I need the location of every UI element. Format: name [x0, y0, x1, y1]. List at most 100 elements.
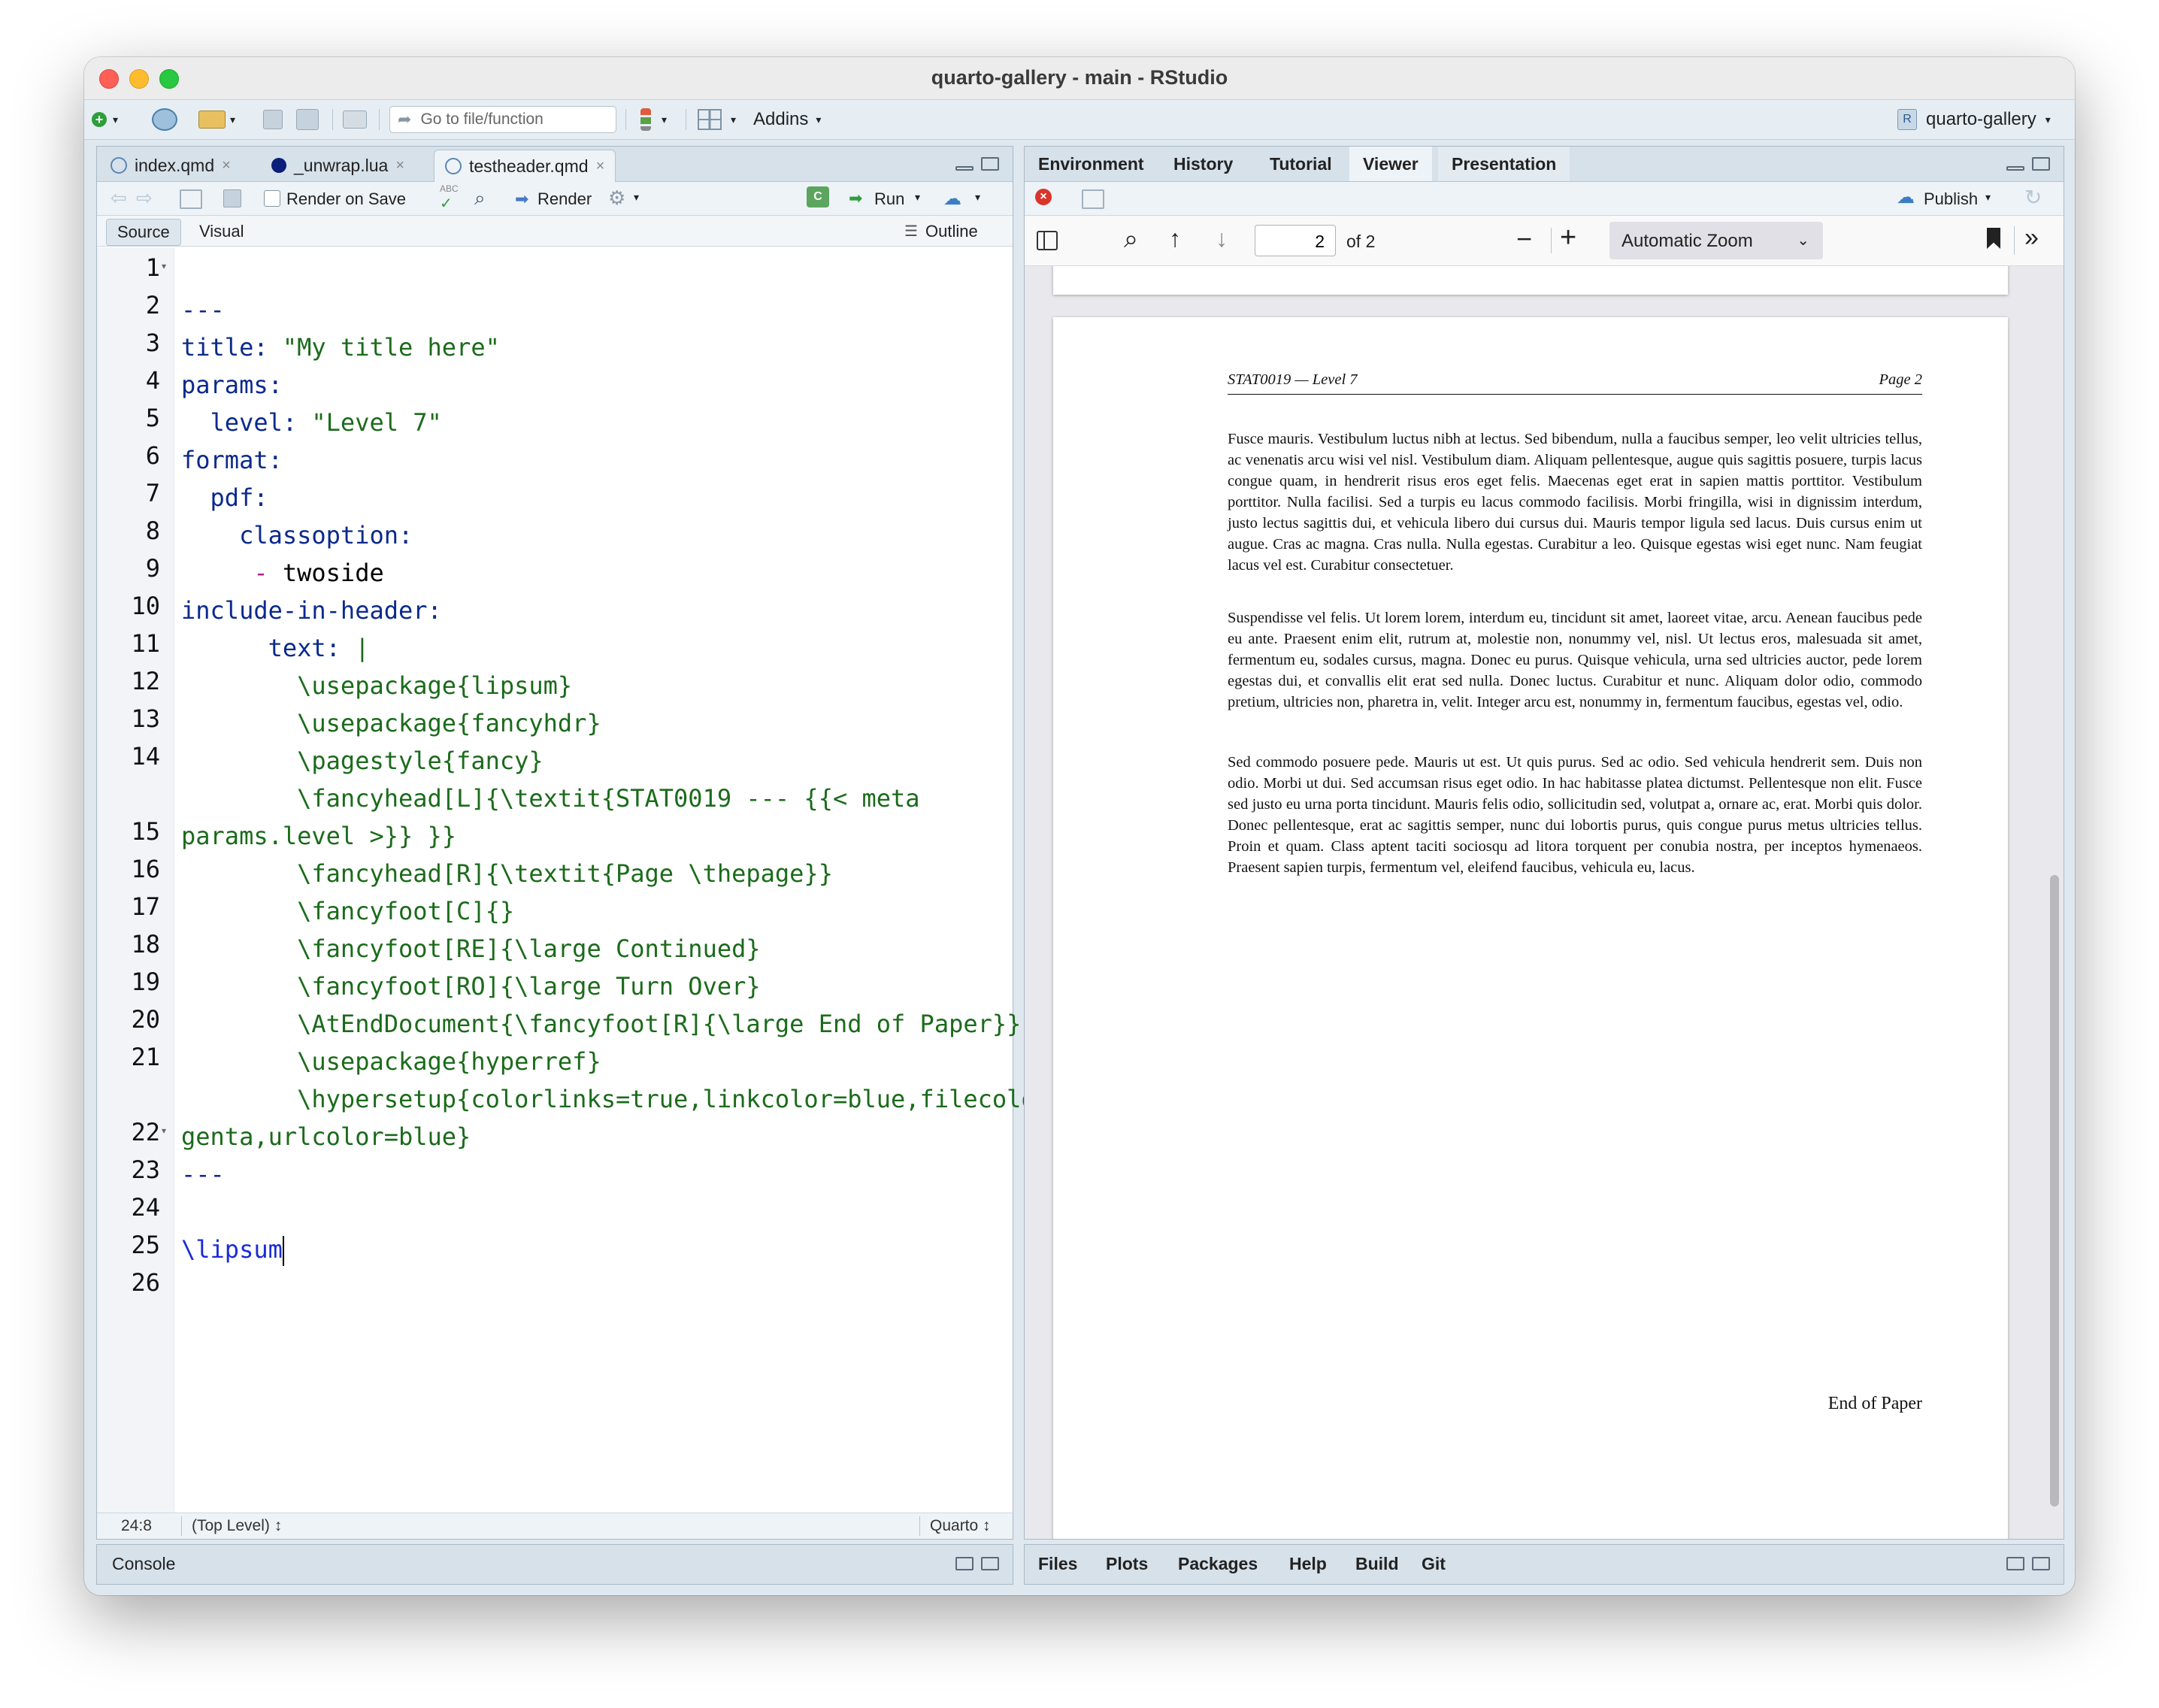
line-number: 2: [145, 291, 160, 319]
pdf-toolbar: ⌕ ↑ ↓ 2 of 2 − + Automatic Zoom ⌄ »: [1025, 216, 2064, 266]
console-window-controls: [955, 1557, 999, 1570]
print-button[interactable]: [343, 100, 367, 139]
folder-open-icon: [198, 111, 226, 129]
addins-menu[interactable]: Addins ▾: [753, 100, 821, 139]
tab-environment[interactable]: Environment: [1025, 147, 1158, 181]
code-editor[interactable]: --- title: "My title here" params: level…: [181, 253, 1094, 1306]
maximize-pane-icon[interactable]: [2032, 1557, 2050, 1570]
line-number: 22: [131, 1118, 160, 1146]
fold-arrow-icon[interactable]: ▾: [162, 261, 166, 271]
maximize-pane-icon[interactable]: [981, 157, 999, 171]
tab-files[interactable]: Files: [1025, 1545, 1091, 1582]
clear-viewer-icon[interactable]: ×: [1035, 189, 1052, 205]
workspace-panes-button[interactable]: ▾: [698, 100, 736, 139]
chevron-down-icon: ▾: [2045, 113, 2051, 126]
tab-presentation[interactable]: Presentation: [1438, 147, 1570, 181]
restore-pane-icon[interactable]: [2006, 1557, 2024, 1570]
close-icon[interactable]: ×: [596, 158, 605, 175]
back-icon[interactable]: ⇦: [111, 186, 127, 210]
console-pane[interactable]: Console: [96, 1544, 1013, 1585]
show-in-window-icon[interactable]: [1082, 189, 1104, 209]
line-number: 19: [131, 968, 160, 996]
minimize-pane-icon[interactable]: [955, 166, 974, 171]
tab-help[interactable]: Help: [1276, 1545, 1340, 1582]
tab-git[interactable]: Git: [1408, 1545, 1459, 1582]
open-file-button[interactable]: ▾: [198, 100, 235, 139]
settings-gear-icon[interactable]: ⚙: [608, 186, 625, 210]
console-label: Console: [112, 1554, 176, 1573]
tab-packages[interactable]: Packages: [1164, 1545, 1271, 1582]
page-number-input[interactable]: 2: [1255, 225, 1336, 256]
render-button[interactable]: Render: [537, 189, 592, 209]
project-menu[interactable]: R quarto-gallery ▾: [1897, 100, 2051, 139]
zoom-select[interactable]: Automatic Zoom ⌄: [1609, 222, 1823, 259]
publish-icon[interactable]: ☁: [943, 188, 961, 210]
pdf-viewport[interactable]: STAT0019 — Level 7 Page 2 Fusce mauris. …: [1025, 266, 2064, 1539]
previous-page-icon[interactable]: ↑: [1169, 225, 1181, 253]
pdf-scrollbar[interactable]: [2050, 875, 2059, 1507]
minimize-pane-icon[interactable]: [2006, 166, 2024, 171]
show-in-window-icon[interactable]: [180, 189, 202, 209]
tab-plots[interactable]: Plots: [1092, 1545, 1161, 1582]
source-mode-button[interactable]: Source: [106, 219, 181, 246]
spellcheck-icon[interactable]: ABC ✓: [440, 183, 459, 213]
source-pane: index.qmd × _unwrap.lua × testheader.qmd…: [96, 146, 1094, 1540]
publish-button[interactable]: Publish: [1924, 189, 1978, 209]
zoom-out-icon[interactable]: −: [1516, 223, 1532, 255]
line-number: 16: [131, 855, 160, 883]
save-icon: [263, 110, 283, 129]
tab-index-qmd[interactable]: index.qmd ×: [100, 150, 241, 181]
go-to-file-input[interactable]: ➦ Go to file/function: [389, 106, 616, 133]
tab-viewer[interactable]: Viewer: [1349, 147, 1432, 181]
project-label: quarto-gallery: [1926, 109, 2036, 129]
tab-unwrap-lua[interactable]: _unwrap.lua ×: [261, 150, 415, 181]
addins-label: Addins: [753, 109, 809, 129]
save-all-button[interactable]: [296, 100, 319, 139]
tab-testheader-qmd[interactable]: testheader.qmd ×: [434, 150, 616, 182]
next-page-icon[interactable]: ↓: [1216, 225, 1228, 253]
restore-pane-icon[interactable]: [955, 1557, 974, 1570]
bookmark-icon[interactable]: [1987, 228, 2000, 249]
chevron-down-icon: ⌄: [1797, 232, 1809, 249]
new-file-button[interactable]: + ▾: [92, 100, 118, 139]
zoom-label: Automatic Zoom: [1622, 231, 1753, 251]
line-number: 1: [145, 253, 160, 282]
zoom-in-icon[interactable]: +: [1560, 222, 1576, 254]
tab-history[interactable]: History: [1160, 147, 1246, 181]
line-number: 4: [145, 366, 160, 395]
pdf-page-2: STAT0019 — Level 7 Page 2 Fusce mauris. …: [1053, 317, 2008, 1539]
forward-icon[interactable]: ⇨: [136, 186, 153, 210]
print-icon: [343, 111, 367, 129]
fold-arrow-icon[interactable]: ▾: [162, 1125, 166, 1136]
insert-chunk-icon[interactable]: C: [807, 186, 829, 207]
page-total: of 2: [1346, 232, 1376, 251]
visual-mode-button[interactable]: Visual: [199, 222, 244, 241]
scope-selector[interactable]: (Top Level) ↕: [192, 1517, 282, 1535]
tools-menu-icon[interactable]: »: [2024, 223, 2039, 253]
version-control-button[interactable]: ▾: [640, 100, 667, 139]
render-on-save-label: Render on Save: [286, 189, 406, 208]
sidebar-toggle-icon[interactable]: [1037, 231, 1058, 250]
line-number: 7: [145, 479, 160, 507]
tab-tutorial[interactable]: Tutorial: [1256, 147, 1346, 181]
render-on-save-checkbox[interactable]: [264, 190, 280, 207]
run-button[interactable]: Run: [874, 189, 904, 209]
document-mode-selector[interactable]: Quarto ↕: [930, 1517, 991, 1535]
refresh-icon[interactable]: ↻: [2024, 185, 2042, 210]
close-icon[interactable]: ×: [222, 157, 231, 174]
close-icon[interactable]: ×: [395, 157, 404, 174]
new-project-button[interactable]: [152, 100, 177, 139]
tab-build[interactable]: Build: [1342, 1545, 1413, 1582]
save-button[interactable]: [263, 100, 283, 139]
line-number: 11: [131, 629, 160, 658]
line-number: 26: [131, 1268, 160, 1297]
pdf-header-left: STAT0019 — Level 7: [1228, 371, 1358, 388]
search-icon[interactable]: ⌕: [1124, 225, 1138, 254]
maximize-pane-icon[interactable]: [2032, 157, 2050, 171]
save-icon[interactable]: [223, 189, 241, 207]
outline-button[interactable]: Outline: [925, 222, 978, 241]
run-arrow-icon: ➡: [849, 189, 863, 207]
maximize-pane-icon[interactable]: [981, 1557, 999, 1570]
project-icon: [152, 108, 177, 131]
search-icon[interactable]: ⌕: [474, 186, 486, 210]
